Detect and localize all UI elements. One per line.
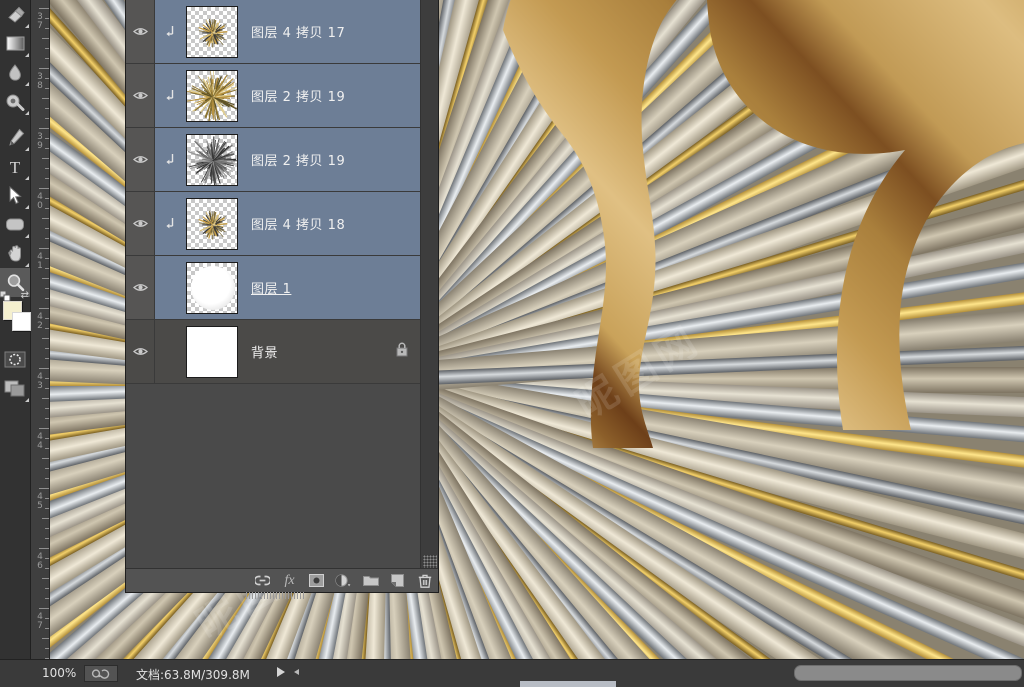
clipping-mask-icon bbox=[155, 217, 183, 230]
tool-flyout-corner bbox=[25, 82, 29, 86]
layer-thumbnail[interactable] bbox=[183, 6, 241, 58]
layer-thumbnail[interactable] bbox=[183, 262, 241, 314]
vertical-ruler[interactable]: 3738394041424344454647 bbox=[31, 0, 50, 660]
tool-flyout-corner bbox=[25, 24, 29, 28]
hand-tool[interactable] bbox=[0, 239, 30, 268]
type-tool[interactable]: T bbox=[0, 152, 30, 181]
layer-name-label[interactable]: 图层 2 拷贝 19 bbox=[251, 86, 345, 105]
tools-panel[interactable]: T ⇄ bbox=[0, 0, 31, 660]
tool-flyout-corner bbox=[25, 53, 29, 57]
layer-name-label[interactable]: 图层 2 拷贝 19 bbox=[251, 150, 345, 169]
layers-panel-scrollbar[interactable] bbox=[420, 0, 438, 570]
zoom-level-field[interactable]: 100% bbox=[42, 666, 76, 680]
gradient-tool[interactable] bbox=[0, 29, 30, 58]
background-color-swatch[interactable] bbox=[12, 312, 31, 331]
svg-text:T: T bbox=[10, 158, 21, 176]
panel-resize-grip[interactable] bbox=[423, 555, 437, 569]
layer-name-label[interactable]: 背景 bbox=[251, 342, 278, 361]
tool-flyout-corner bbox=[25, 176, 29, 180]
status-proxy-icon[interactable] bbox=[84, 665, 118, 682]
toolbar-divider bbox=[0, 116, 30, 123]
layer-visibility-toggle[interactable] bbox=[126, 256, 155, 319]
tool-flyout-corner bbox=[25, 147, 29, 151]
tool-flyout-corner bbox=[25, 398, 29, 402]
layer-visibility-toggle[interactable] bbox=[126, 128, 155, 191]
quick-mask-toggle[interactable] bbox=[0, 345, 30, 374]
blur-tool[interactable] bbox=[0, 58, 30, 87]
tool-flyout-corner bbox=[25, 111, 29, 115]
layer-lock-icon bbox=[396, 342, 408, 361]
layer-list[interactable]: 图层 4 拷贝 17 图层 2 拷贝 19 图层 2 拷贝 19 图层 4 拷贝 18… bbox=[126, 0, 420, 552]
layer-visibility-toggle[interactable] bbox=[126, 64, 155, 127]
path-selection-tool[interactable] bbox=[0, 181, 30, 210]
layer-name-label[interactable]: 图层 4 拷贝 18 bbox=[251, 214, 345, 233]
layer-visibility-toggle[interactable] bbox=[126, 0, 155, 63]
photoshop-window: 昵图网 昵图网 昵图网 昵图网 T bbox=[0, 0, 1024, 687]
color-swatches[interactable]: ⇄ bbox=[0, 299, 30, 339]
status-bar: 100% 文档:63.8M/309.8M bbox=[0, 659, 1024, 687]
clipping-mask-icon bbox=[155, 89, 183, 102]
layer-row[interactable]: 图层 4 拷贝 17 bbox=[126, 0, 420, 64]
tool-flyout-corner bbox=[25, 234, 29, 238]
tool-flyout-corner bbox=[25, 205, 29, 209]
clipping-mask-icon bbox=[155, 25, 183, 38]
layer-thumbnail[interactable] bbox=[183, 70, 241, 122]
dodge-tool[interactable] bbox=[0, 87, 30, 116]
clipping-mask-icon bbox=[155, 153, 183, 166]
layer-row[interactable]: 图层 2 拷贝 19 bbox=[126, 64, 420, 128]
horizontal-scrollbar[interactable] bbox=[794, 665, 1022, 681]
layer-visibility-toggle[interactable] bbox=[126, 320, 155, 383]
new-layer-icon[interactable] bbox=[384, 569, 411, 592]
adjustment-layer-icon[interactable] bbox=[330, 569, 357, 592]
layer-row[interactable]: 图层 2 拷贝 19 bbox=[126, 128, 420, 192]
new-group-icon[interactable] bbox=[357, 569, 384, 592]
layers-panel[interactable]: 图层 4 拷贝 17 图层 2 拷贝 19 图层 2 拷贝 19 图层 4 拷贝 18… bbox=[125, 0, 439, 593]
swap-colors-icon[interactable]: ⇄ bbox=[21, 290, 29, 301]
rounded-rectangle-tool[interactable] bbox=[0, 210, 30, 239]
link-layers-icon[interactable] bbox=[249, 569, 276, 592]
screen-mode-button[interactable] bbox=[0, 374, 30, 403]
layer-visibility-toggle[interactable] bbox=[126, 192, 155, 255]
status-back-arrow[interactable] bbox=[294, 669, 299, 675]
layer-row[interactable]: 图层 4 拷贝 18 bbox=[126, 192, 420, 256]
layer-style-icon[interactable]: fx bbox=[276, 569, 303, 592]
layers-panel-toolbar[interactable]: fx bbox=[126, 568, 438, 592]
add-layer-mask-icon[interactable] bbox=[303, 569, 330, 592]
layer-thumbnail[interactable] bbox=[183, 198, 241, 250]
window-edge-strip bbox=[520, 681, 616, 687]
status-options-arrow[interactable] bbox=[277, 667, 285, 677]
layer-thumbnail[interactable] bbox=[183, 134, 241, 186]
pen-tool[interactable] bbox=[0, 123, 30, 152]
tool-flyout-corner bbox=[25, 263, 29, 267]
layer-name-label[interactable]: 图层 1 bbox=[251, 278, 291, 297]
delete-layer-icon[interactable] bbox=[411, 569, 438, 592]
layer-row[interactable]: 背景 bbox=[126, 320, 420, 384]
document-size-label: 文档:63.8M/309.8M bbox=[136, 666, 250, 683]
horse-silhouette bbox=[443, 0, 1024, 450]
eraser-tool[interactable] bbox=[0, 0, 30, 29]
layer-row[interactable]: 图层 1 bbox=[126, 256, 420, 320]
panel-bottom-resize-handle[interactable] bbox=[246, 592, 306, 599]
layer-thumbnail[interactable] bbox=[183, 326, 241, 378]
layer-name-label[interactable]: 图层 4 拷贝 17 bbox=[251, 22, 345, 41]
